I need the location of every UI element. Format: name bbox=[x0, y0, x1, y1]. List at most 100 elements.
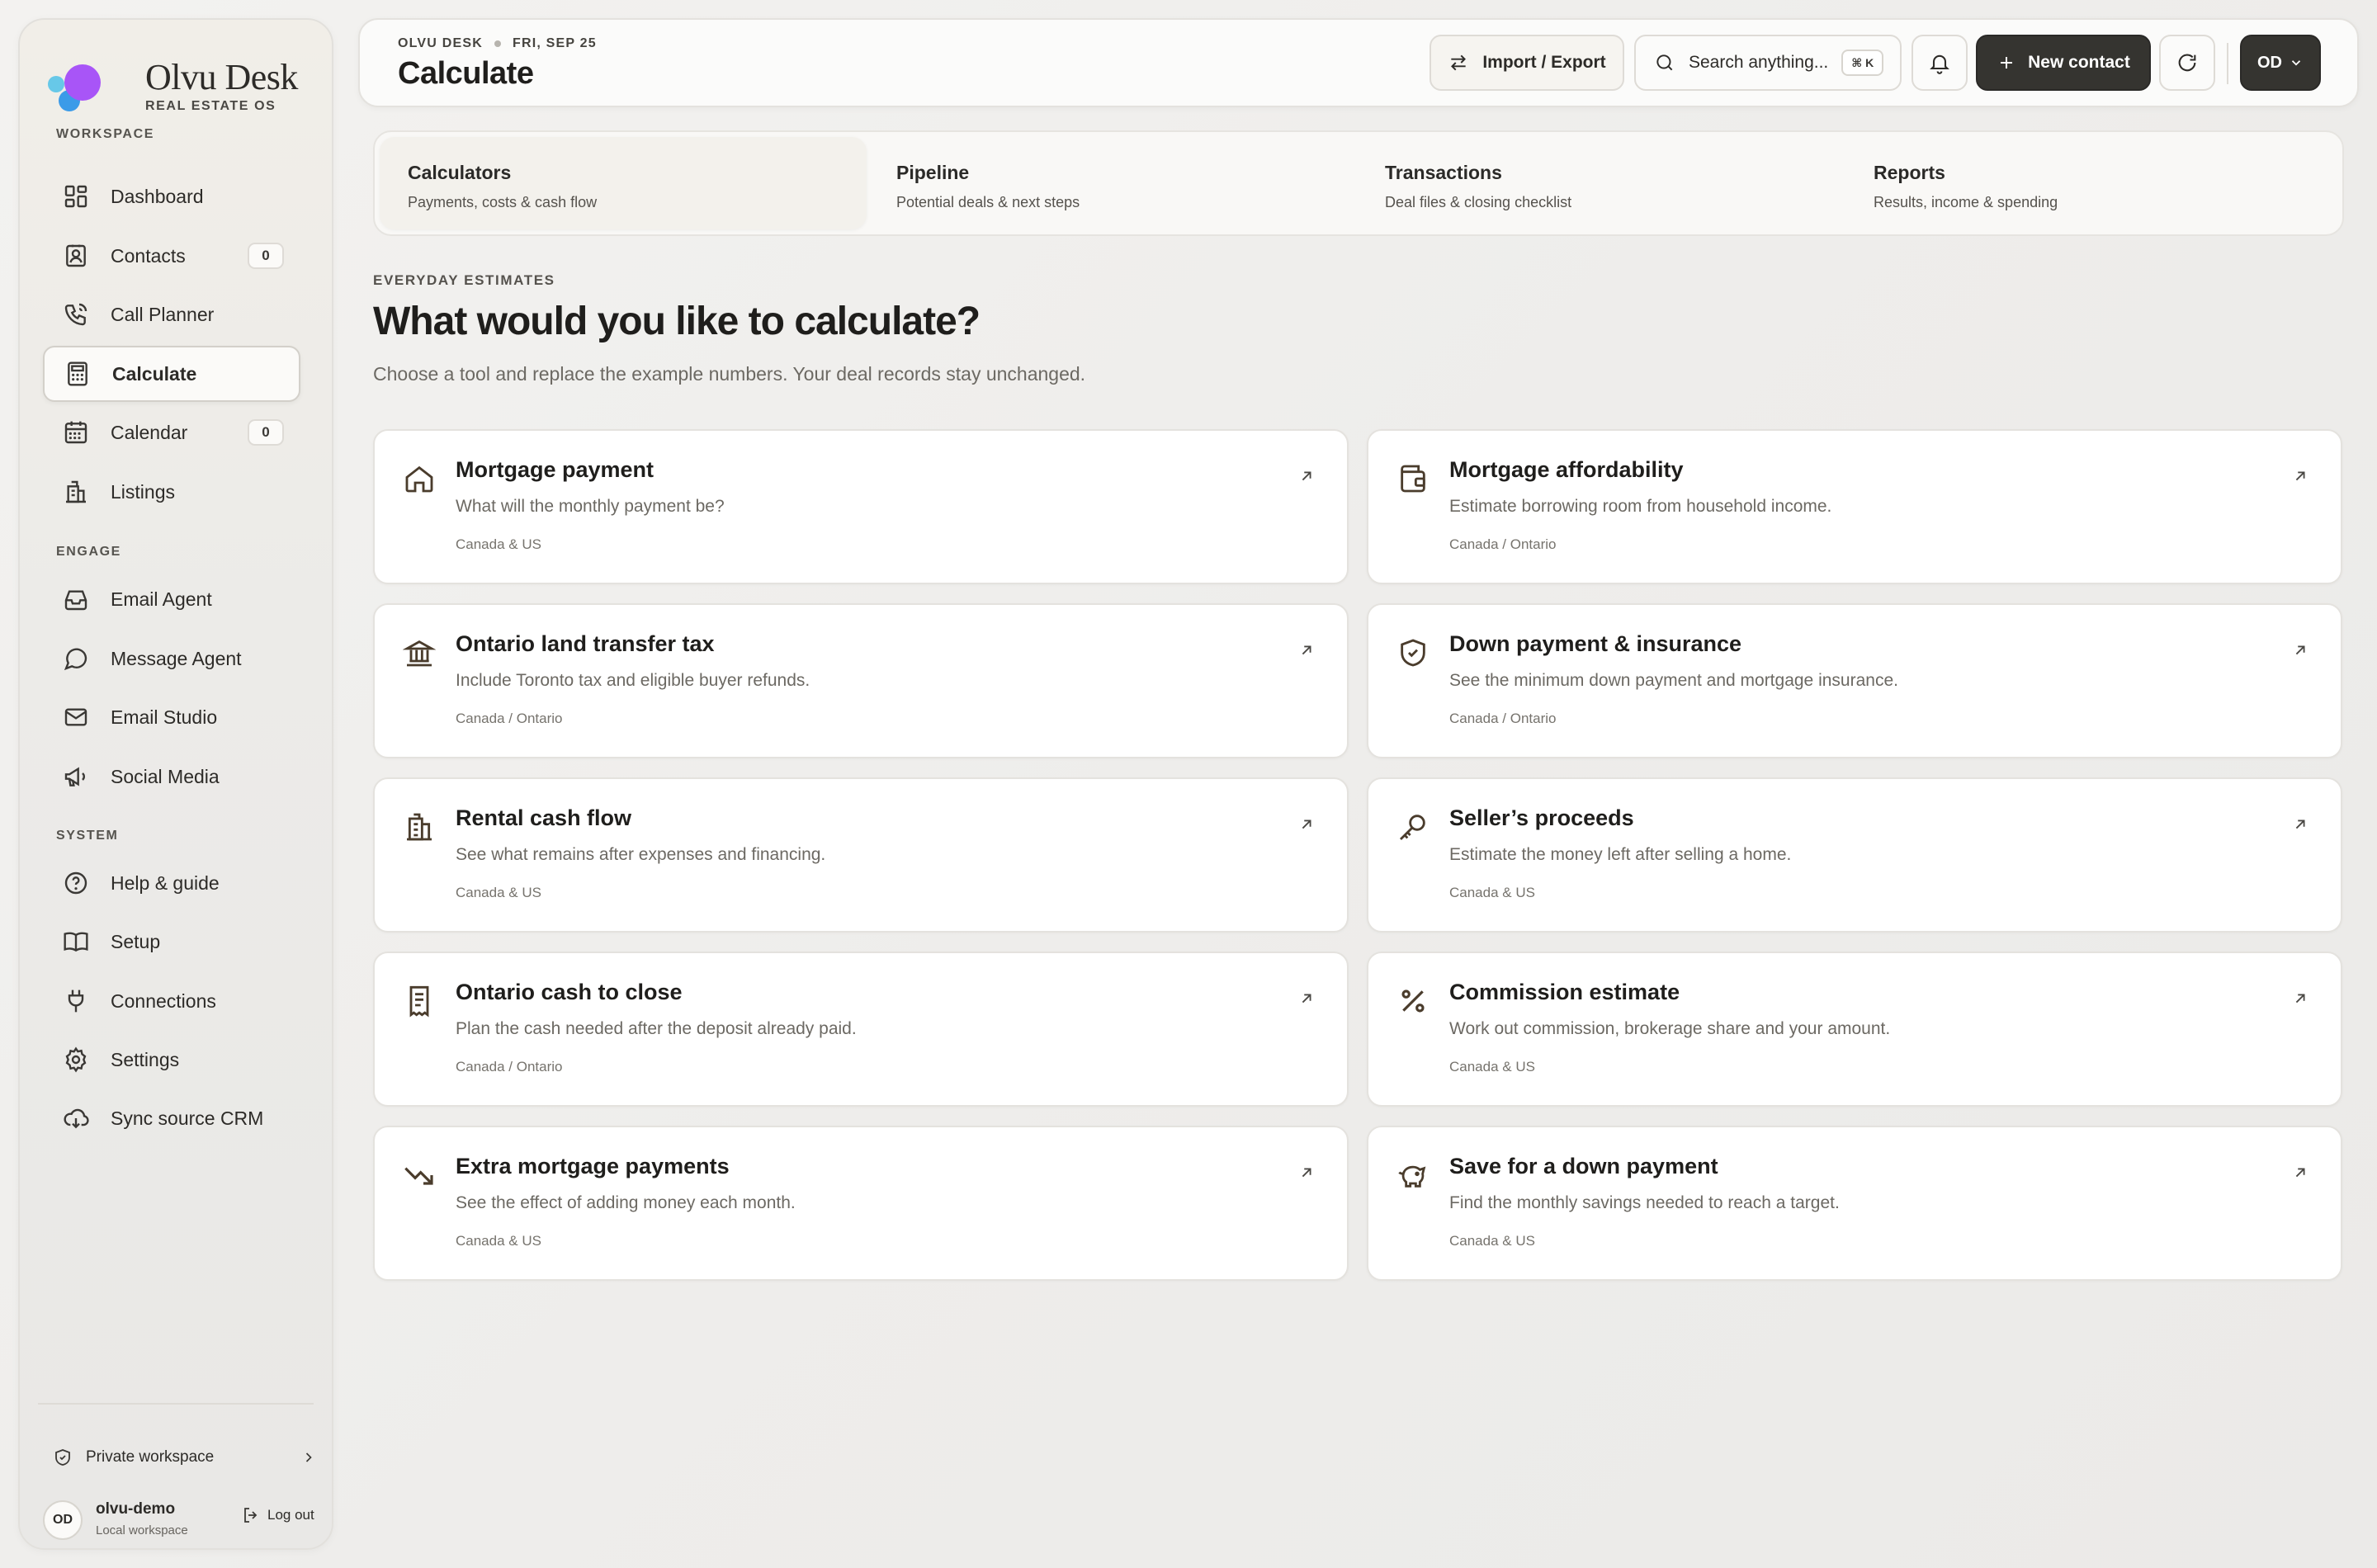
calculator-card-cash-to-close[interactable]: Ontario cash to close Plan the cash need… bbox=[373, 952, 1349, 1107]
sidebar-item-label: Email Agent bbox=[111, 588, 212, 610]
tab-reports[interactable]: Reports Results, income & spending bbox=[1845, 137, 2332, 229]
sidebar-item-label: Dashboard bbox=[111, 185, 204, 207]
sidebar-item-email-agent[interactable]: Email Agent bbox=[43, 571, 300, 627]
workspace-switcher[interactable]: Private workspace bbox=[53, 1441, 317, 1474]
arrow-up-right-icon bbox=[1302, 819, 1311, 829]
card-title: Extra mortgage payments bbox=[456, 1154, 730, 1178]
workspace-label: Private workspace bbox=[86, 1448, 215, 1466]
tab-transactions[interactable]: Transactions Deal files & closing checkl… bbox=[1357, 137, 1844, 229]
sidebar-item-label: Social Media bbox=[111, 765, 220, 787]
sidebar-item-call-planner[interactable]: Call Planner bbox=[43, 286, 300, 342]
arrow-up-right-icon bbox=[1302, 1168, 1311, 1178]
calendar-icon bbox=[64, 421, 87, 444]
building-icon bbox=[66, 480, 86, 503]
card-region: Canada & US bbox=[456, 536, 541, 552]
sidebar-item-label: Calculate bbox=[112, 362, 197, 385]
calculator-icon bbox=[68, 361, 87, 386]
sidebar-item-help[interactable]: Help & guide bbox=[43, 855, 300, 911]
arrows-swap-icon bbox=[1451, 54, 1467, 71]
tab-title: Calculators bbox=[408, 162, 512, 183]
logout-button[interactable]: Log out bbox=[241, 1505, 314, 1525]
calculator-card-mortgage-affordability[interactable]: Mortgage affordability Estimate borrowin… bbox=[1367, 429, 2342, 584]
arrow-up-right-icon bbox=[2295, 994, 2305, 1004]
sidebar-item-label: Settings bbox=[111, 1048, 180, 1070]
account-menu-button[interactable]: OD bbox=[2240, 35, 2321, 91]
calculator-card-rental-cash-flow[interactable]: Rental cash flow See what remains after … bbox=[373, 777, 1349, 933]
card-title: Ontario cash to close bbox=[456, 980, 683, 1004]
contacts-icon bbox=[66, 244, 86, 267]
arrow-up-right-icon bbox=[2295, 1168, 2305, 1178]
user-profile: OD olvu-demo Local workspace Log out bbox=[43, 1497, 317, 1545]
tab-subtitle: Potential deals & next steps bbox=[896, 194, 1080, 210]
percent-icon bbox=[1401, 989, 1425, 1013]
card-region: Canada & US bbox=[456, 885, 541, 900]
receipt-icon bbox=[409, 985, 429, 1018]
card-title: Save for a down payment bbox=[1449, 1154, 1718, 1178]
notifications-button[interactable] bbox=[1912, 35, 1968, 91]
plug-icon bbox=[68, 989, 84, 1013]
calculator-card-down-payment-insurance[interactable]: Down payment & insurance See the minimum… bbox=[1367, 603, 2342, 758]
page-description: Choose a tool and replace the example nu… bbox=[373, 363, 1086, 385]
sidebar-item-label: Calendar bbox=[111, 421, 188, 443]
sidebar-item-label: Help & guide bbox=[111, 871, 220, 894]
calculator-card-extra-mortgage-payments[interactable]: Extra mortgage payments See the effect o… bbox=[373, 1126, 1349, 1281]
card-description: Estimate the money left after selling a … bbox=[1449, 845, 1792, 864]
calculator-card-commission-estimate[interactable]: Commission estimate Work out commission,… bbox=[1367, 952, 2342, 1107]
sidebar-item-contacts[interactable]: Contacts 0 bbox=[43, 228, 300, 284]
sidebar-item-message-agent[interactable]: Message Agent bbox=[43, 631, 300, 687]
tab-calculators[interactable]: Calculators Payments, costs & cash flow bbox=[380, 137, 867, 229]
sidebar-item-social-media[interactable]: Social Media bbox=[43, 749, 300, 805]
import-export-button[interactable]: Import / Export bbox=[1430, 35, 1624, 91]
sidebar-item-label: Sync source CRM bbox=[111, 1107, 264, 1129]
card-description: See the effect of adding money each mont… bbox=[456, 1193, 796, 1212]
card-description: Estimate borrowing room from household i… bbox=[1449, 497, 1832, 516]
new-contact-button[interactable]: New contact bbox=[1976, 35, 2151, 91]
card-description: Find the monthly savings needed to reach… bbox=[1449, 1193, 1840, 1212]
sidebar-item-connections[interactable]: Connections bbox=[43, 973, 300, 1029]
brand[interactable]: Olvu Desk REAL ESTATE OS bbox=[46, 43, 319, 117]
account-initials: OD bbox=[2257, 53, 2282, 72]
calculator-card-sellers-proceeds[interactable]: Seller’s proceeds Estimate the money lef… bbox=[1367, 777, 2342, 933]
tab-title: Reports bbox=[1874, 162, 1945, 183]
card-region: Canada / Ontario bbox=[1449, 711, 1557, 726]
sidebar-item-settings[interactable]: Settings bbox=[43, 1032, 300, 1088]
card-title: Seller’s proceeds bbox=[1449, 805, 1634, 830]
trending-down-icon bbox=[404, 1167, 433, 1185]
sidebar-item-setup[interactable]: Setup bbox=[43, 914, 300, 970]
card-region: Canada / Ontario bbox=[456, 711, 563, 726]
tab-title: Pipeline bbox=[896, 162, 970, 183]
sidebar-item-sync-crm[interactable]: Sync source CRM bbox=[43, 1090, 300, 1146]
tab-title: Transactions bbox=[1385, 162, 1502, 183]
sidebar-item-listings[interactable]: Listings bbox=[43, 464, 300, 520]
sidebar-item-calculate[interactable]: Calculate bbox=[43, 346, 300, 402]
tab-pipeline[interactable]: Pipeline Potential deals & next steps bbox=[868, 137, 1355, 229]
calculator-card-land-transfer-tax[interactable]: Ontario land transfer tax Include Toront… bbox=[373, 603, 1349, 758]
landmark-icon bbox=[403, 640, 436, 667]
refresh-button[interactable] bbox=[2159, 35, 2215, 91]
mail-icon bbox=[64, 708, 87, 726]
sidebar-item-email-studio[interactable]: Email Studio bbox=[43, 689, 300, 745]
arrow-up-right-icon bbox=[1302, 645, 1311, 655]
card-region: Canada / Ontario bbox=[1449, 536, 1557, 552]
piggy-bank-icon bbox=[1398, 1165, 1426, 1188]
search-input[interactable]: Search anything... ⌘ K bbox=[1634, 35, 1902, 91]
sidebar-item-calendar[interactable]: Calendar 0 bbox=[43, 404, 300, 460]
sidebar-item-dashboard[interactable]: Dashboard bbox=[43, 168, 300, 224]
card-title: Mortgage payment bbox=[456, 457, 655, 482]
card-region: Canada & US bbox=[1449, 1059, 1535, 1074]
home-icon bbox=[405, 465, 433, 493]
card-description: See what remains after expenses and fina… bbox=[456, 845, 826, 864]
arrow-up-right-icon bbox=[2295, 819, 2305, 829]
card-region: Canada / Ontario bbox=[456, 1059, 563, 1074]
chevron-right-icon bbox=[305, 1452, 312, 1462]
bell-icon bbox=[1930, 54, 1949, 74]
page-headline: What would you like to calculate? bbox=[373, 300, 981, 343]
breadcrumb: OLVU DESK FRI, SEP 25 bbox=[398, 36, 597, 51]
card-title: Rental cash flow bbox=[456, 805, 632, 830]
calculator-card-save-down-payment[interactable]: Save for a down payment Find the monthly… bbox=[1367, 1126, 2342, 1281]
card-title: Down payment & insurance bbox=[1449, 631, 1742, 656]
avatar[interactable]: OD bbox=[43, 1500, 83, 1540]
brand-subtitle: REAL ESTATE OS bbox=[145, 99, 276, 113]
search-shortcut: ⌘ K bbox=[1841, 50, 1884, 76]
calculator-card-mortgage-payment[interactable]: Mortgage payment What will the monthly p… bbox=[373, 429, 1349, 584]
